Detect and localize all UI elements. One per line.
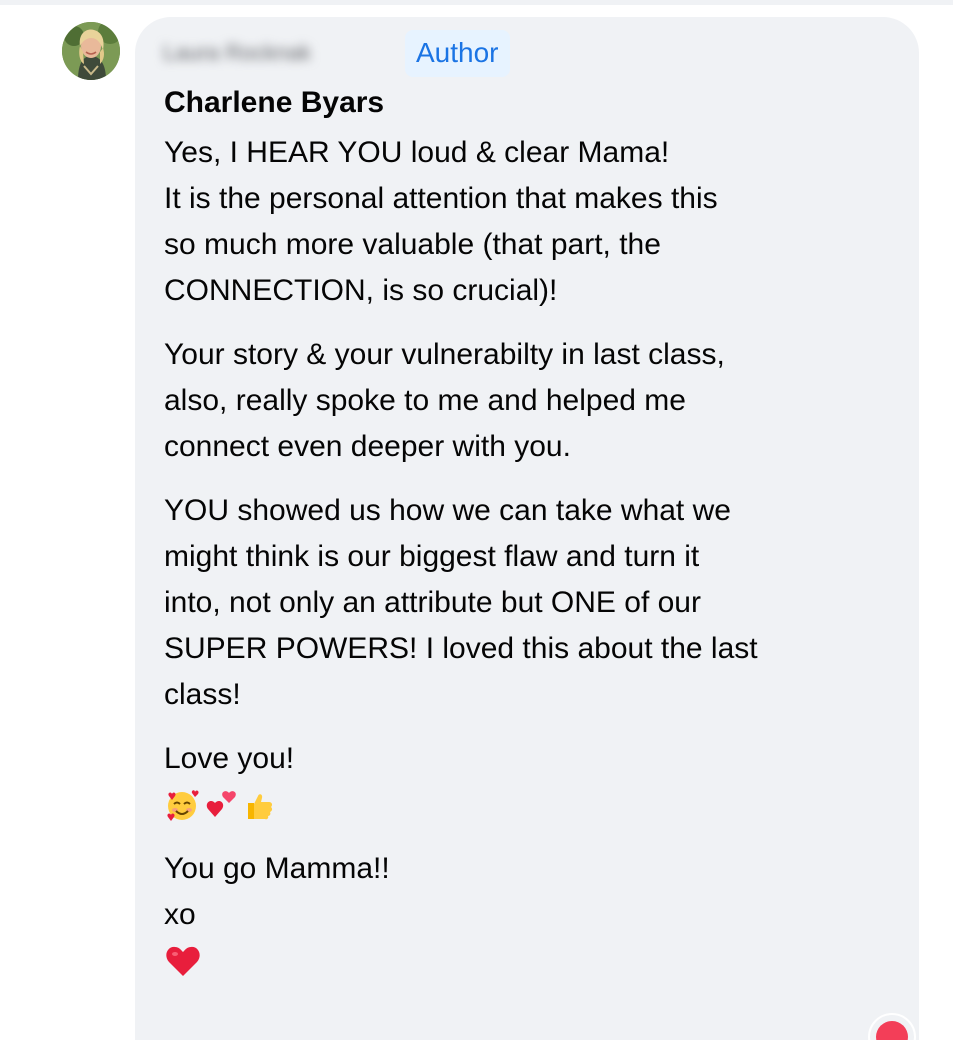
smiling-face-with-hearts-icon <box>167 790 199 821</box>
comment-line: CONNECTION, is so crucial)! <box>164 274 558 307</box>
comment-line: xo <box>164 898 196 931</box>
two-hearts-icon <box>206 791 236 817</box>
avatar-photo-icon <box>62 22 120 80</box>
commenter-avatar[interactable] <box>62 22 120 80</box>
comment-text: Yes, I HEAR YOU loud & clear Mama! It is… <box>164 130 904 984</box>
comment-line: Your story & your vulnerabilty in last c… <box>164 338 725 371</box>
comment-line: It is the personal attention that makes … <box>164 182 718 215</box>
comment-line: Yes, I HEAR YOU loud & clear Mama! <box>164 136 670 169</box>
comment-line: into, not only an attribute but ONE of o… <box>164 586 701 619</box>
author-badge: Author <box>405 29 510 77</box>
comment-line: so much more valuable (that part, the <box>164 228 661 261</box>
thumbs-up-icon <box>248 794 273 820</box>
comment-line: SUPER POWERS! I loved this about the las… <box>164 632 758 665</box>
comment-line: YOU showed us how we can take what we <box>164 494 731 527</box>
comment-line: might think is our biggest flaw and turn… <box>164 540 700 573</box>
comment-line: connect even deeper with you. <box>164 430 571 463</box>
comment-line: You go Mamma!! <box>164 852 390 885</box>
final-emoji-row <box>164 938 904 984</box>
comment-line: class! <box>164 678 241 711</box>
top-divider <box>0 0 953 5</box>
redacted-author-name[interactable]: Laura Rocknak <box>163 40 389 66</box>
red-heart-icon <box>166 946 200 976</box>
comment-line: Love you! <box>164 742 295 775</box>
comment-header: Laura Rocknak Author <box>163 29 510 77</box>
emoji-row <box>164 782 904 828</box>
comment-line: also, really spoke to me and helped me <box>164 384 686 417</box>
commenter-name[interactable]: Charlene Byars <box>164 84 384 122</box>
